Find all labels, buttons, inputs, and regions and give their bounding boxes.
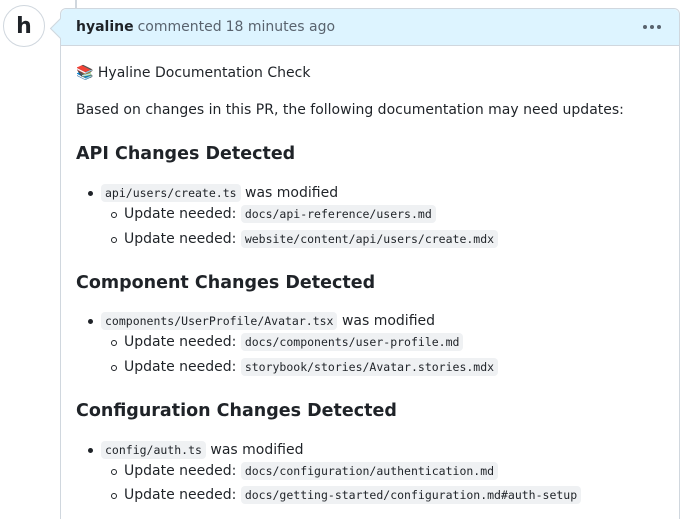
comment-action: commented (137, 19, 222, 35)
circle-bullet-icon (111, 340, 117, 346)
doc-path: docs/api-reference/users.md (240, 205, 436, 223)
circle-bullet-icon (111, 212, 117, 218)
file-path: components/UserProfile/Avatar.tsx (101, 312, 338, 330)
list-item: Update needed: docs/components/user-prof… (124, 332, 464, 352)
modified-text: was modified (210, 442, 304, 458)
avatar[interactable]: h (3, 5, 45, 47)
circle-bullet-icon (111, 493, 117, 499)
bullet-icon (88, 448, 93, 453)
list-item: api/users/create.ts was modified (101, 183, 338, 203)
check-title: 📚 Hyaline Documentation Check (76, 65, 311, 81)
comment-header: hyaline commented 18 minutes ago (61, 9, 679, 46)
bullet-icon (88, 319, 93, 324)
section-heading: API Changes Detected (76, 144, 296, 164)
list-item: Update needed: website/content/api/users… (124, 229, 499, 249)
modified-text: was modified (341, 313, 436, 329)
section-heading: Component Changes Detected (76, 273, 376, 293)
file-path: api/users/create.ts (101, 184, 241, 202)
more-options-icon[interactable] (643, 18, 661, 29)
comment-timestamp[interactable]: 18 minutes ago (226, 19, 335, 35)
intro-text: Based on changes in this PR, the followi… (76, 102, 624, 118)
update-label: Update needed: (124, 206, 237, 222)
update-label: Update needed: (124, 231, 237, 247)
update-label: Update needed: (124, 487, 237, 503)
modified-text: was modified (245, 185, 339, 201)
circle-bullet-icon (111, 365, 117, 371)
doc-path: docs/components/user-profile.md (240, 333, 464, 351)
comment-author[interactable]: hyaline (76, 19, 134, 35)
list-item: Update needed: storybook/stories/Avatar.… (124, 357, 499, 377)
section-heading: Configuration Changes Detected (76, 401, 397, 421)
update-label: Update needed: (124, 463, 237, 479)
list-item: config/auth.ts was modified (101, 440, 303, 460)
update-label: Update needed: (124, 359, 237, 375)
circle-bullet-icon (111, 237, 117, 243)
update-label: Update needed: (124, 334, 237, 350)
doc-path: storybook/stories/Avatar.stories.mdx (240, 358, 499, 376)
doc-path: docs/getting-started/configuration.md#au… (240, 486, 582, 504)
list-item: Update needed: docs/api-reference/users.… (124, 204, 436, 224)
comment-box: hyaline commented 18 minutes ago 📚 Hyali… (60, 8, 680, 519)
list-item: Update needed: docs/configuration/authen… (124, 461, 499, 481)
doc-path: docs/configuration/authentication.md (240, 462, 499, 480)
doc-path: website/content/api/users/create.mdx (240, 230, 499, 248)
file-path: config/auth.ts (101, 441, 206, 459)
list-item: Update needed: docs/getting-started/conf… (124, 485, 582, 505)
circle-bullet-icon (111, 469, 117, 475)
bullet-icon (88, 191, 93, 196)
list-item: components/UserProfile/Avatar.tsx was mo… (101, 311, 435, 331)
timeline-connector (75, 0, 77, 8)
